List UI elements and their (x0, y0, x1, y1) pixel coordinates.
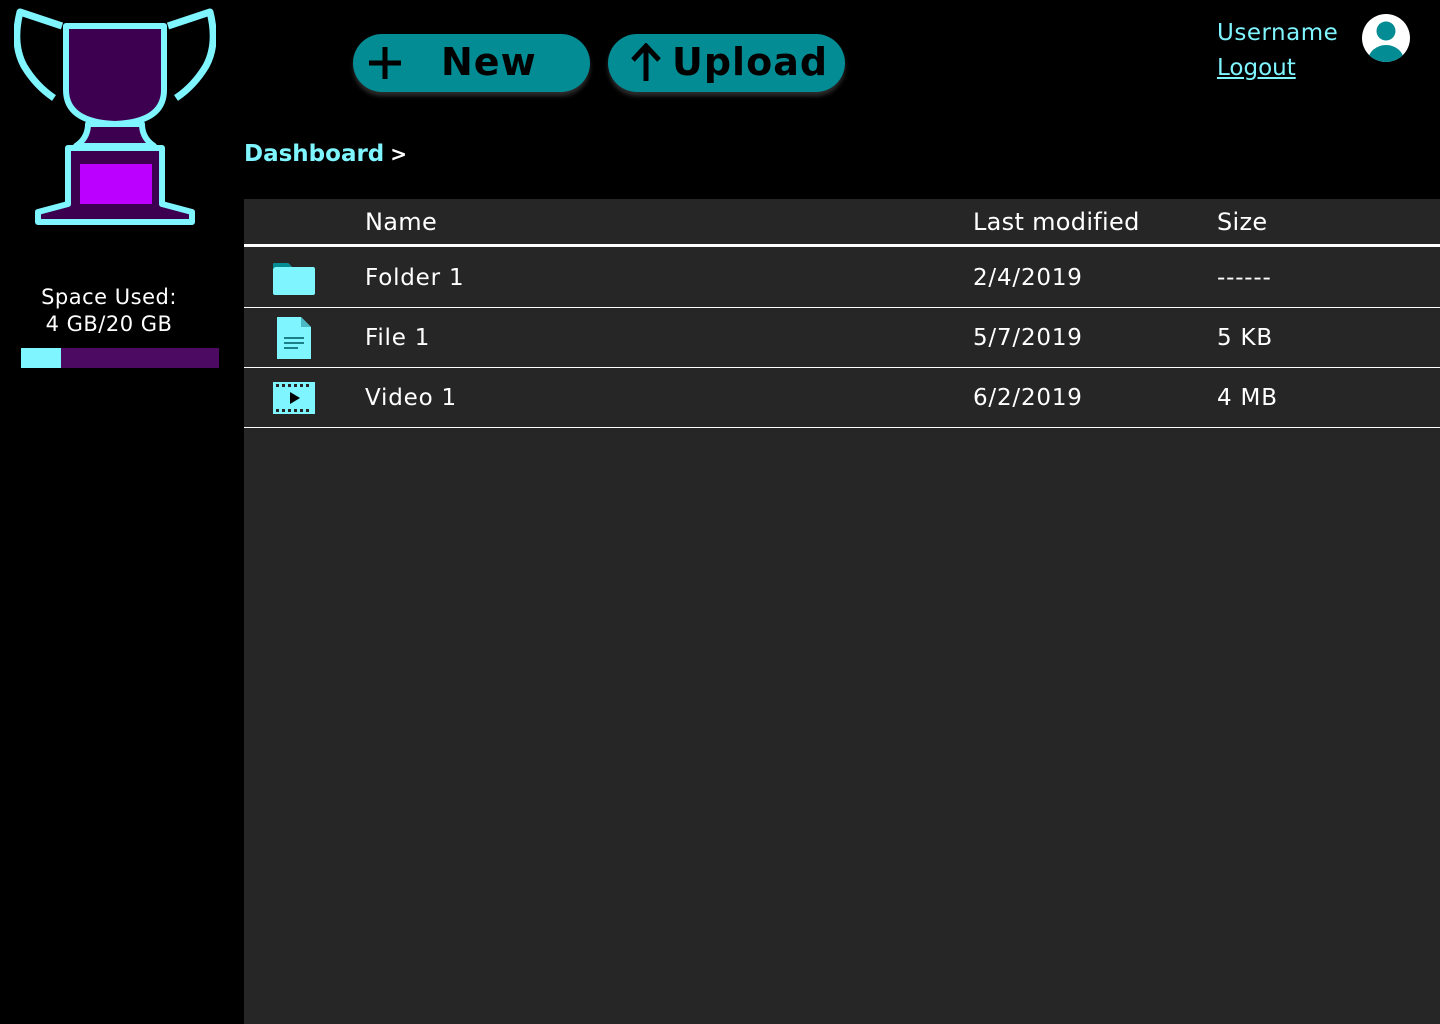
file-name: Folder 1 (365, 265, 465, 291)
table-row[interactable]: Video 1 6/2/2019 4 MB (244, 368, 1440, 428)
table-row[interactable]: Folder 1 2/4/2019 ------ (244, 248, 1440, 308)
file-name: Video 1 (365, 385, 457, 411)
arrow-up-icon (631, 43, 661, 81)
username-label: Username (1217, 20, 1339, 46)
trophy-logo-icon (14, 8, 216, 225)
file-icon (277, 317, 311, 359)
breadcrumb-separator: > (390, 142, 408, 166)
upload-button[interactable]: Upload (608, 34, 845, 92)
file-list-panel: Name Last modified Size Folder 1 2/4/201… (244, 199, 1440, 1024)
new-button-label: New (441, 40, 537, 84)
upload-button-label: Upload (672, 40, 829, 84)
storage-progress-fill (21, 348, 61, 368)
column-header-size[interactable]: Size (1217, 208, 1267, 236)
breadcrumb-dashboard[interactable]: Dashboard (244, 141, 384, 167)
user-avatar-icon[interactable] (1361, 13, 1411, 63)
new-button[interactable]: New (353, 34, 590, 92)
column-header-name[interactable]: Name (365, 208, 437, 236)
file-modified: 6/2/2019 (973, 385, 1083, 411)
app-root: Space Used: 4 GB/20 GB New Upload Userna… (0, 0, 1440, 1024)
column-header-last-modified[interactable]: Last modified (973, 208, 1140, 236)
file-size: 5 KB (1217, 325, 1274, 351)
folder-icon (273, 263, 315, 295)
table-row[interactable]: File 1 5/7/2019 5 KB (244, 308, 1440, 368)
storage-progress-bar (21, 348, 219, 368)
video-icon (273, 382, 315, 414)
file-table-header: Name Last modified Size (244, 199, 1440, 247)
file-modified: 5/7/2019 (973, 325, 1083, 351)
space-used-title: Space Used: (41, 285, 177, 309)
file-name: File 1 (365, 325, 431, 351)
logout-link[interactable]: Logout (1217, 55, 1296, 81)
plus-icon (369, 47, 401, 79)
file-size: ------ (1217, 265, 1272, 291)
breadcrumb: Dashboard > (244, 141, 407, 167)
space-used-value: 4 GB/20 GB (45, 312, 173, 336)
file-size: 4 MB (1217, 385, 1278, 411)
file-modified: 2/4/2019 (973, 265, 1083, 291)
